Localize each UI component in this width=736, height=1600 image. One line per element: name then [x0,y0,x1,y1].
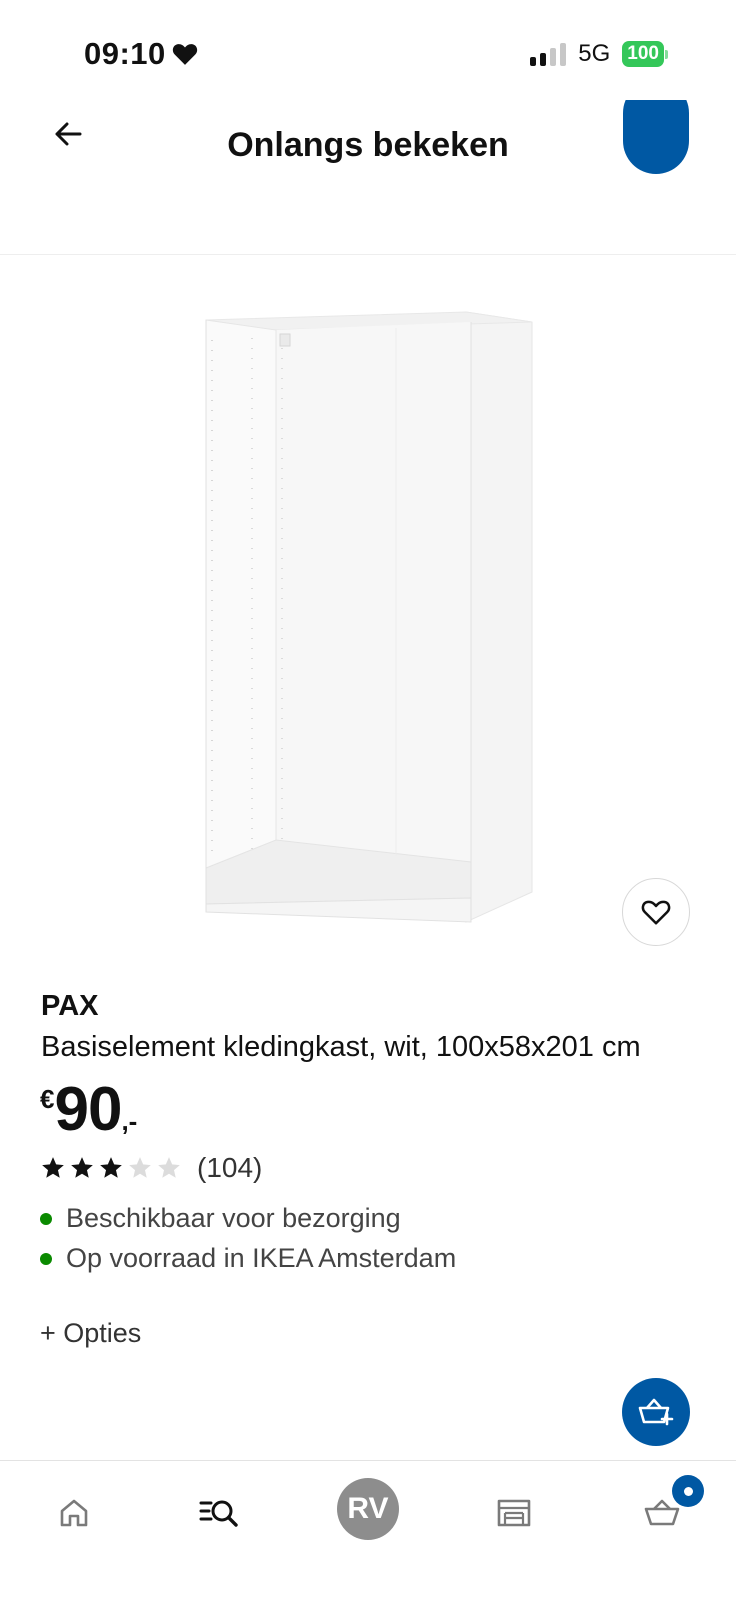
star-filled-icon [71,1157,93,1178]
product-description[interactable]: Basiselement kledingkast, wit, 100x58x20… [41,1031,641,1064]
signal-icon [530,42,567,66]
avatar: RV [337,1478,399,1540]
page-title: Onlangs bekeken [227,126,509,164]
status-dot-icon [40,1212,52,1225]
heart-icon [172,44,197,65]
status-time: 09:10 [84,36,198,72]
network-label: 5G [578,40,611,67]
price-decimals: ,- [121,1106,138,1136]
nav-search[interactable] [183,1477,255,1549]
availability-delivery-label: Beschikbaar voor bezorging [66,1203,401,1233]
star-filled-icon [42,1157,64,1178]
price-currency: € [40,1084,55,1114]
heart-outline-icon [641,900,671,925]
favorite-button[interactable] [622,878,690,946]
rating-count: (104) [197,1152,263,1183]
header: Onlangs bekeken [0,100,736,255]
store-icon [497,1499,531,1527]
battery-icon: 100 [622,41,668,67]
star-empty-icon [158,1157,180,1178]
status-dot-icon [40,1252,52,1265]
nav-cart[interactable] [626,1475,704,1549]
price-integer: 90 [54,1075,122,1144]
product-price: € 90 ,- [40,1076,137,1144]
rating-stars [40,1155,182,1181]
cart-add-icon [638,1398,674,1426]
nav-stores[interactable] [478,1477,550,1549]
nav-home[interactable] [38,1477,110,1549]
availability-delivery: Beschikbaar voor bezorging [40,1203,401,1234]
search-list-icon [199,1500,238,1527]
star-empty-icon [129,1157,151,1178]
cart-badge [672,1475,704,1507]
product-brand[interactable]: PAX [41,990,98,1023]
availability-store: Op voorraad in IKEA Amsterdam [40,1243,456,1274]
availability-store-label: Op voorraad in IKEA Amsterdam [66,1243,457,1273]
star-filled-icon [100,1157,122,1178]
battery-level: 100 [622,41,664,67]
home-icon [60,1499,88,1527]
status-time-text: 09:10 [84,36,166,71]
add-to-cart-button[interactable] [622,1378,690,1446]
product-image[interactable] [196,300,536,940]
nav-profile[interactable]: RV [332,1473,404,1545]
bottom-navigation: RV [0,1460,736,1600]
status-indicators: 5G 100 [530,40,668,68]
product-rating[interactable]: (104) [40,1152,262,1184]
status-bar: 09:10 5G 100 [0,0,736,100]
options-button[interactable]: + Opties [40,1318,141,1349]
